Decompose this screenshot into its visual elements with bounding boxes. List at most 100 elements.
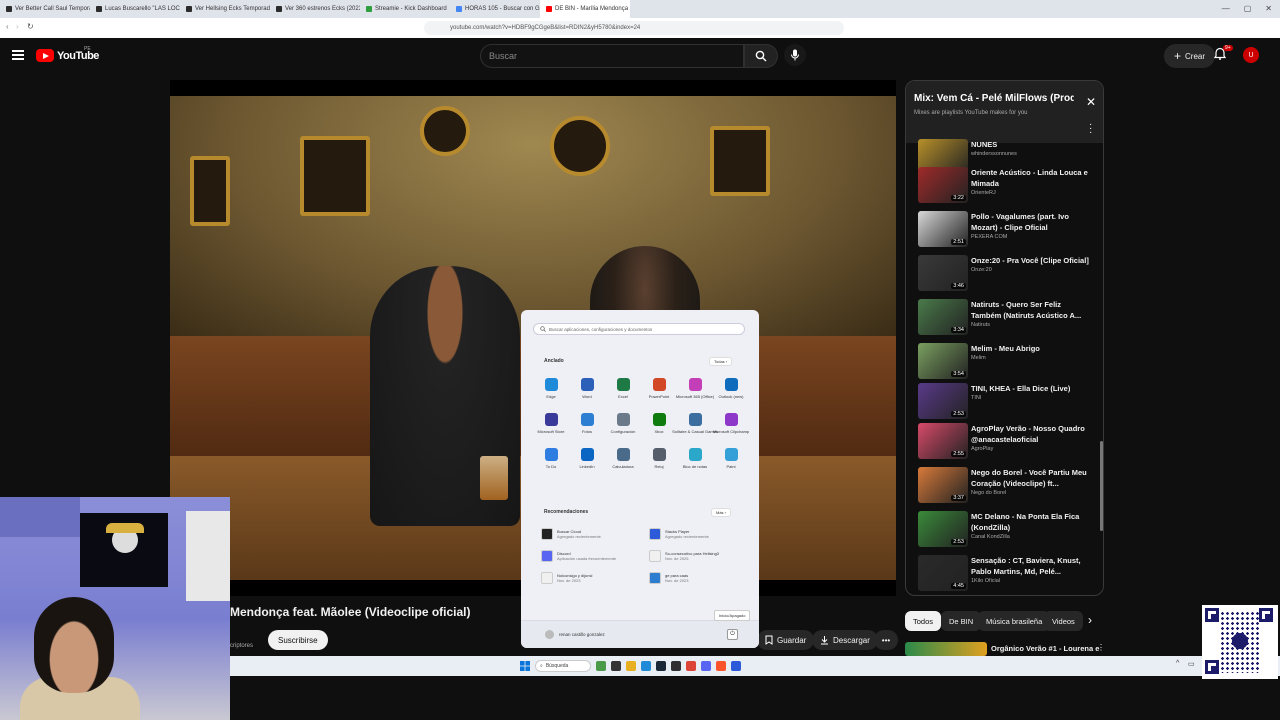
pinned-app[interactable]: Configuración	[605, 413, 641, 434]
taskbar-search[interactable]: ⌕ Búsqueda	[535, 660, 591, 672]
playlist-item[interactable]: 2:53 MC Delano - Na Ponta Ela Fica (KondZ…	[918, 511, 1098, 551]
playlist-item[interactable]: 3:54 Melim - Meu Abrigo Melim	[918, 343, 1098, 383]
more-vertical-icon[interactable]: ⋮	[1097, 643, 1105, 652]
qr-logo	[1232, 633, 1248, 649]
chevron-right-icon[interactable]: ›	[1088, 613, 1092, 627]
next-video-thumbnail	[905, 642, 987, 656]
pinned-app[interactable]: Excel	[605, 378, 641, 399]
subscribe-button[interactable]: Suscribirse	[268, 630, 328, 650]
obs-icon[interactable]	[671, 661, 681, 671]
start-search-input[interactable]: Buscar aplicaciones, configuraciones y d…	[533, 323, 745, 335]
url-field[interactable]: youtube.com/watch?v=HDBF9gCGgeB&list=RDI…	[424, 21, 844, 35]
recommended-item[interactable]: Stacks Player Agregado recientemente	[649, 528, 741, 540]
minimize-icon[interactable]: —	[1222, 4, 1230, 13]
back-icon[interactable]: ‹	[6, 22, 9, 31]
browser-tab[interactable]: Lucas Buscarello "LAS LOCURAS"	[90, 0, 180, 18]
system-tray-chevron-icon[interactable]: ^	[1176, 660, 1179, 667]
user-account[interactable]: renan castillo gonzalez	[545, 630, 605, 639]
playlist-title[interactable]: Mix: Vem Cá - Pelé MilFlows (Prod...	[914, 93, 1074, 104]
search-button[interactable]	[744, 44, 778, 68]
task-view-icon[interactable]	[611, 661, 621, 671]
recommended-text: Stacks Player Agregado recientemente	[665, 529, 709, 539]
reload-icon[interactable]: ↻	[27, 22, 34, 31]
maximize-icon[interactable]: ▢	[1244, 4, 1252, 13]
browser-tab[interactable]: Ver Better Call Saul Temporada 3 ...	[0, 0, 90, 18]
start-menu: Buscar aplicaciones, configuraciones y d…	[521, 310, 759, 648]
pinned-app[interactable]: Edge	[533, 378, 569, 399]
pinned-app[interactable]: Reloj	[641, 448, 677, 469]
pinned-app[interactable]: Microsoft Store	[533, 413, 569, 434]
recommended-item[interactable]: Buscar Cloud Agregado recientemente	[541, 528, 649, 540]
brave-icon[interactable]	[716, 661, 726, 671]
pinned-app[interactable]: Paint	[713, 448, 749, 469]
filter-chip[interactable]: Videos	[1044, 611, 1083, 631]
tab-favicon-icon	[6, 6, 12, 12]
scrollbar-thumb[interactable]	[1100, 441, 1103, 531]
pinned-app[interactable]: Microsoft Clipchamp	[713, 413, 749, 434]
browser-tab[interactable]: Ver 360 estrenos Ecks (2023) Online ...	[270, 0, 360, 18]
chrome-icon[interactable]	[686, 661, 696, 671]
network-icon[interactable]: ▭	[1188, 660, 1195, 668]
video-duration: 2:51	[951, 239, 966, 245]
recommended-item[interactable]: So-consecutivo para Hellsing3 Nov. de 202…	[649, 550, 741, 562]
edge-icon[interactable]	[641, 661, 651, 671]
app-icon	[688, 378, 702, 391]
pinned-app[interactable]: Solitaire & Casual Games	[672, 413, 718, 434]
account-avatar[interactable]: U	[1243, 47, 1259, 63]
playlist-item-channel: Natiruts	[971, 322, 990, 328]
save-button[interactable]: Guardar	[757, 630, 815, 650]
playlist-item[interactable]: 2:55 AgroPlay Verão - Nosso Quadro @anaca…	[918, 423, 1098, 463]
recommended-item[interactable]: Discord Aplicación usada frecuentemente	[541, 550, 649, 562]
window-controls: — ▢ ✕	[1222, 4, 1272, 13]
menu-icon[interactable]	[12, 50, 24, 60]
download-button[interactable]: Descargar	[812, 630, 878, 650]
microphone-icon	[791, 49, 799, 61]
browser-tab[interactable]: Streamie - Kick Dashboard	[360, 0, 450, 18]
pinned-app[interactable]: LinkedIn	[569, 448, 605, 469]
playlist-item[interactable]: 2:51 Pollo - Vagalumes (part. Ivo Mozart)…	[918, 211, 1098, 251]
recommended-list: Buscar Cloud Agregado recientemente Stacks…	[541, 528, 741, 584]
more-actions-button[interactable]: •••	[874, 630, 898, 650]
all-apps-button[interactable]: Todas ›	[709, 357, 733, 366]
more-vertical-icon[interactable]: · · ·	[1089, 120, 1092, 138]
app-icon[interactable]	[731, 661, 741, 671]
pinned-app[interactable]: Bloc de notas	[677, 448, 713, 469]
recommended-item[interactable]: Nolconsigo y dijunsl Nov. de 2023	[541, 572, 649, 584]
pinned-app[interactable]: Word	[569, 378, 605, 399]
browser-tab[interactable]: Ver Hellsing Ecks Temporada 2 Episo...	[180, 0, 270, 18]
next-video-row[interactable]: Orgânico Verão #1 - Lourena e ⋮	[905, 642, 1105, 656]
pinned-app[interactable]: Microsoft 365 (Office)	[676, 378, 714, 399]
pinned-app[interactable]: Calculadora	[605, 448, 641, 469]
windows-start-icon[interactable]	[520, 661, 530, 671]
playlist-item[interactable]: 3:34 Natiruts - Quero Ser Feliz Também (N…	[918, 299, 1098, 339]
file-explorer-icon[interactable]	[626, 661, 636, 671]
close-icon[interactable]: ✕	[1086, 95, 1096, 109]
playlist-item[interactable]: 3:37 Nego do Borel - Você Partiu Meu Cora…	[918, 467, 1098, 507]
playlist-scrollbar[interactable]	[1100, 161, 1103, 581]
more-button[interactable]: Más ›	[711, 508, 731, 517]
pinned-app[interactable]: PowerPoint	[641, 378, 677, 399]
steam-icon[interactable]	[656, 661, 666, 671]
playlist-item[interactable]: 3:22 Oriente Acústico - Linda Louca e Mim…	[918, 167, 1098, 207]
filter-chip[interactable]: Música brasileña	[978, 611, 1051, 631]
power-icon[interactable]: ⏻	[727, 629, 738, 640]
filter-chip[interactable]: De BIN	[941, 611, 982, 631]
close-window-icon[interactable]: ✕	[1265, 4, 1272, 13]
pinned-app[interactable]: Outlook (new)	[713, 378, 749, 399]
voice-search-button[interactable]	[784, 44, 806, 66]
search-input[interactable]: Buscar	[480, 44, 744, 68]
playlist-item[interactable]: 2:53 TINI, KHEA - Ella Dice (Live) TINI	[918, 383, 1098, 423]
playlist-item[interactable]: 4:45 Sensação : CT, Baviera, Knust, Pablo…	[918, 555, 1098, 595]
forward-icon[interactable]: ›	[16, 22, 19, 31]
discord-icon[interactable]	[701, 661, 711, 671]
filter-chip[interactable]: Todos	[905, 611, 942, 631]
power-tooltip: Inicio/Apagado	[714, 610, 751, 621]
browser-tab[interactable]: DE BIN - Marília Mendonça ...	[540, 0, 630, 18]
widgets-icon[interactable]	[596, 661, 606, 671]
playlist-item[interactable]: 3:46 Onze:20 - Pra Você [Clipe Oficial] On…	[918, 255, 1098, 295]
create-button[interactable]: + Crear	[1164, 44, 1216, 68]
pinned-app[interactable]: To Do	[533, 448, 569, 469]
recommended-item[interactable]: ge para caas Nov. de 2023	[649, 572, 741, 584]
pinned-app[interactable]: Fotos	[569, 413, 605, 434]
browser-tab[interactable]: HORAS 105 - Buscar con Google	[450, 0, 540, 18]
